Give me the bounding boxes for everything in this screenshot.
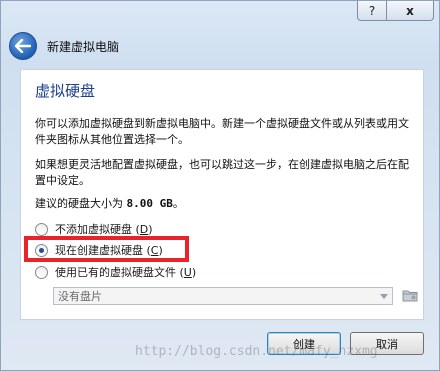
radio-label: 使用已有的虚拟硬盘文件 xyxy=(55,266,176,279)
back-arrow-icon xyxy=(15,39,31,53)
watermark-text: http://blog.csdn.net/mafy_nzxmg xyxy=(135,344,378,359)
close-button[interactable]: x xyxy=(386,1,434,21)
radio-button-checked[interactable] xyxy=(35,243,48,257)
hotkey-label: (D) xyxy=(132,222,153,236)
cancel-button[interactable]: 取消 xyxy=(350,332,424,355)
intro-text: 你可以添加虚拟硬盘到新虚拟电脑中。新建一个虚拟硬盘文件或从列表或用文件夹图标从其… xyxy=(35,117,409,146)
create-button-label: 创建 xyxy=(293,337,315,351)
skip-hint-text: 如果想更灵活地配置虚拟硬盘，也可以跳过这一步，在创建虚拟电脑之后在配置中设定。 xyxy=(35,158,409,187)
radio-label: 不添加虚拟硬盘 xyxy=(55,223,132,236)
page-panel: 虚拟硬盘 你可以添加虚拟硬盘到新虚拟电脑中。新建一个虚拟硬盘文件或从列表或用文件… xyxy=(20,69,424,320)
size-prefix: 建议的硬盘大小为 xyxy=(35,197,127,210)
hotkey-label: (C) xyxy=(143,243,163,257)
page-title: 虚拟硬盘 xyxy=(35,82,96,100)
back-button[interactable] xyxy=(9,32,37,60)
recommended-size-text: 建议的硬盘大小为 8.00 GB。 xyxy=(35,196,415,212)
close-icon: x xyxy=(406,3,414,18)
hotkey-label: (U) xyxy=(176,265,197,279)
radio-label: 现在创建虚拟硬盘 xyxy=(55,244,143,257)
wizard-header: 新建虚拟电脑 xyxy=(7,29,427,63)
radio-use-existing[interactable]: 使用已有的虚拟硬盘文件 (U) xyxy=(35,263,196,281)
help-button[interactable]: ? xyxy=(357,1,387,21)
radio-button[interactable] xyxy=(35,265,48,279)
choose-file-button[interactable] xyxy=(402,287,418,303)
dialog-window: ? x 新建虚拟电脑 虚拟硬盘 你可以添加虚拟硬盘到新虚拟电脑中。新建一个虚拟硬… xyxy=(0,0,440,371)
radio-button[interactable] xyxy=(35,222,48,236)
folder-icon xyxy=(402,290,418,302)
radio-no-disk[interactable]: 不添加虚拟硬盘 (D) xyxy=(35,220,153,238)
chevron-down-icon xyxy=(380,294,388,299)
cancel-button-label: 取消 xyxy=(376,337,398,351)
size-suffix: 。 xyxy=(172,197,184,210)
disk-file-select[interactable]: 没有盘片 xyxy=(53,287,393,305)
wizard-title: 新建虚拟电脑 xyxy=(47,39,120,54)
create-button[interactable]: 创建 xyxy=(267,332,341,355)
disk-file-select-value: 没有盘片 xyxy=(58,290,102,303)
size-value: 8.00 GB xyxy=(126,197,173,210)
radio-create-disk[interactable]: 现在创建虚拟硬盘 (C) xyxy=(35,241,163,259)
help-label: ? xyxy=(368,3,376,18)
